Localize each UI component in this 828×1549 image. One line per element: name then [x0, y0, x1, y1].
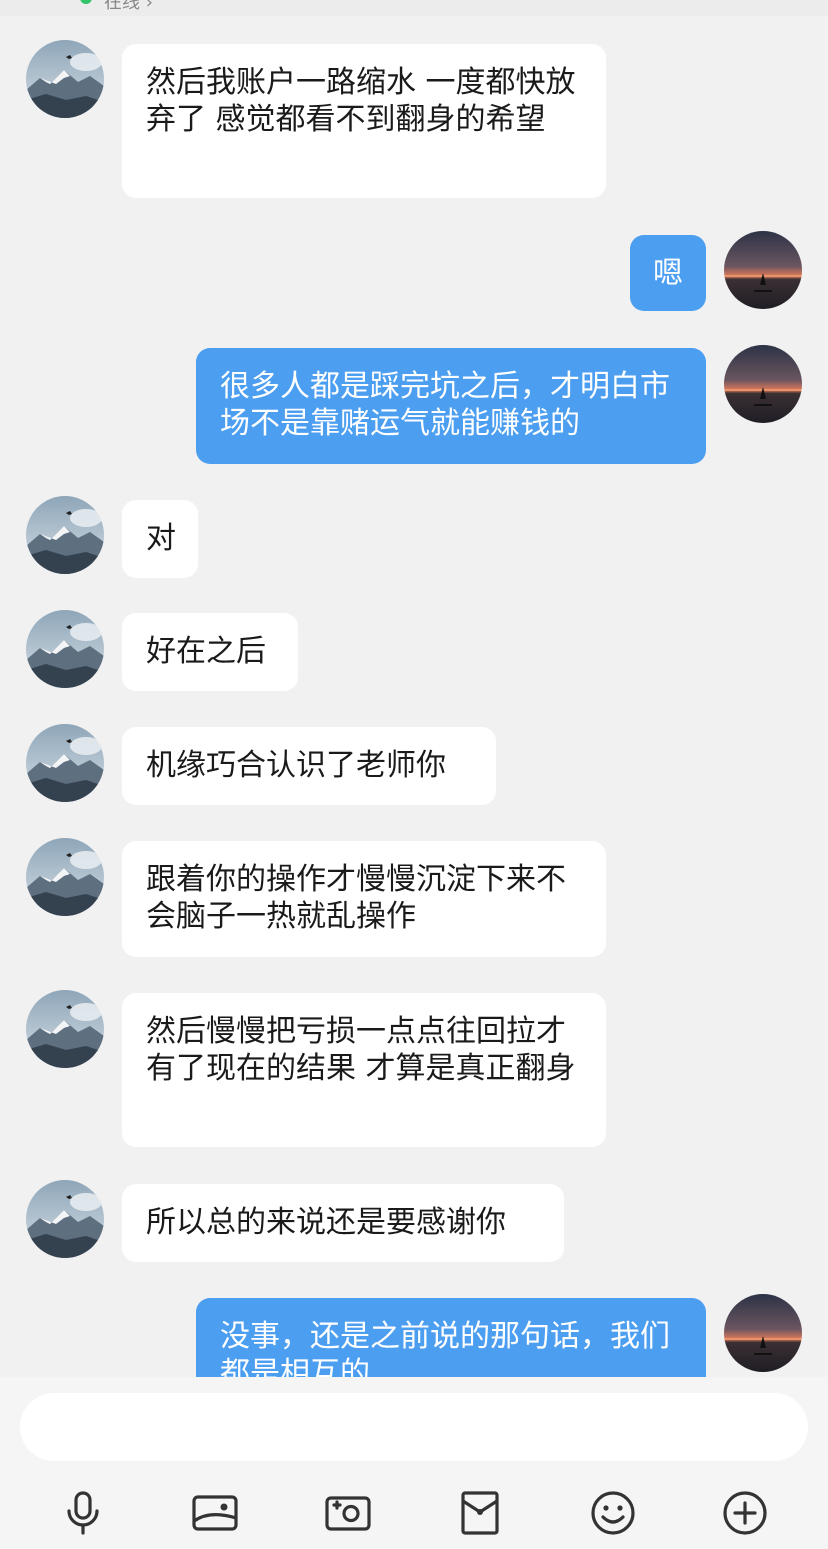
- self-avatar[interactable]: [724, 345, 802, 423]
- microphone-button[interactable]: [55, 1485, 111, 1541]
- contact-avatar[interactable]: [26, 1180, 104, 1258]
- microphone-icon: [67, 1491, 99, 1535]
- plus-button[interactable]: [717, 1485, 773, 1541]
- contact-avatar[interactable]: [26, 724, 104, 802]
- message-bubble[interactable]: 没事，还是之前说的那句话，我们都是相互的: [196, 1298, 706, 1377]
- status-strip: 在线 ›: [0, 0, 828, 16]
- message-bubble[interactable]: 机缘巧合认识了老师你: [122, 727, 496, 805]
- contact-avatar[interactable]: [26, 990, 104, 1068]
- emoji-button[interactable]: [585, 1485, 641, 1541]
- online-status-dot: [80, 0, 92, 4]
- red-packet-icon: [461, 1491, 499, 1535]
- message-input[interactable]: [20, 1393, 808, 1461]
- message-bubble[interactable]: 然后慢慢把亏损一点点往回拉才有了现在的结果 才算是真正翻身: [122, 993, 606, 1147]
- image-button[interactable]: [187, 1485, 243, 1541]
- message-bubble[interactable]: 嗯: [630, 235, 706, 311]
- message-bubble[interactable]: 好在之后: [122, 613, 298, 691]
- contact-avatar[interactable]: [26, 496, 104, 574]
- contact-avatar[interactable]: [26, 610, 104, 688]
- online-status-text[interactable]: 在线 ›: [104, 0, 153, 14]
- message-bubble[interactable]: 所以总的来说还是要感谢你: [122, 1184, 564, 1262]
- message-bubble[interactable]: 对: [122, 500, 198, 578]
- red-packet-button[interactable]: [452, 1485, 508, 1541]
- self-avatar[interactable]: [724, 231, 802, 309]
- camera-icon: [325, 1496, 371, 1531]
- contact-avatar[interactable]: [26, 40, 104, 118]
- chat-message-list[interactable]: 然后我账户一路缩水 一度都快放弃了 感觉都看不到翻身的希望 嗯 很多人都是踩完坑…: [0, 16, 828, 1377]
- message-bubble[interactable]: 很多人都是踩完坑之后，才明白市场不是靠赌运气就能赚钱的: [196, 348, 706, 464]
- contact-avatar[interactable]: [26, 838, 104, 916]
- image-icon: [192, 1495, 238, 1531]
- emoji-icon: [591, 1491, 635, 1535]
- plus-icon: [723, 1491, 767, 1535]
- message-bubble[interactable]: 跟着你的操作才慢慢沉淀下来不会脑子一热就乱操作: [122, 841, 606, 957]
- camera-button[interactable]: [320, 1485, 376, 1541]
- input-bar: [0, 1377, 828, 1549]
- message-bubble[interactable]: 然后我账户一路缩水 一度都快放弃了 感觉都看不到翻身的希望: [122, 44, 606, 198]
- self-avatar[interactable]: [724, 1294, 802, 1372]
